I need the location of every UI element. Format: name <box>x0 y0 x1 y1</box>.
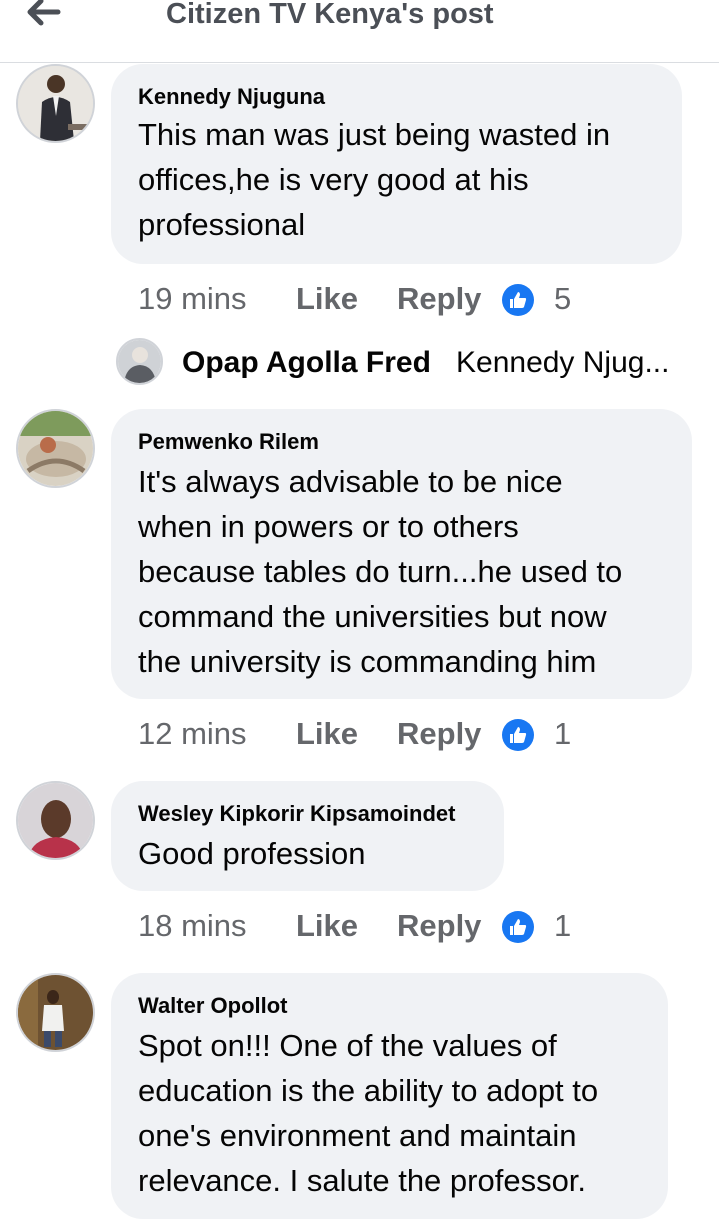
comment-line: when in powers or to others <box>138 509 519 544</box>
comment-time: 19 mins <box>138 281 247 316</box>
back-arrow-icon[interactable] <box>18 0 68 32</box>
like-button[interactable]: Like <box>296 281 358 317</box>
avatar-kennedy-njuguna[interactable] <box>16 64 95 143</box>
avatar-opap-agolla-fred[interactable] <box>116 338 163 385</box>
comment-line: education is the ability to adopt to <box>138 1073 599 1108</box>
comment-time: 12 mins <box>138 716 247 751</box>
comment-bubble: Walter Opollot Spot on!!! One of the val… <box>111 973 668 1219</box>
comment-bubble: Wesley Kipkorir Kipsamoindet Good profes… <box>111 781 504 891</box>
avatar-pemwenko-rilem[interactable] <box>16 409 95 488</box>
comment-line: professional <box>138 207 306 242</box>
comment-text: Good profession <box>138 831 365 876</box>
comment-line: Spot on!!! One of the values of <box>138 1028 557 1063</box>
comment-line: This man was just being wasted in <box>138 117 611 152</box>
comment-line: It's always advisable to be nice <box>138 464 563 499</box>
comment-author[interactable]: Wesley Kipkorir Kipsamoindet <box>138 801 455 827</box>
reply-button[interactable]: Reply <box>397 908 481 944</box>
comment-author[interactable]: Walter Opollot <box>138 993 288 1019</box>
comment-line: one's environment and maintain <box>138 1118 577 1153</box>
comment-actions: 12 mins Like Reply 1 <box>138 716 698 756</box>
comment-bubble: Pemwenko Rilem It's always advisable to … <box>111 409 692 699</box>
comment-line: relevance. I salute the professor. <box>138 1163 587 1198</box>
like-button[interactable]: Like <box>296 908 358 944</box>
comment-line: offices,he is very good at his <box>138 162 529 197</box>
thumbs-up-icon[interactable] <box>502 911 534 943</box>
comment-text: It's always advisable to be nice when in… <box>138 459 622 684</box>
comment-text: This man was just being wasted in office… <box>138 112 610 247</box>
comment-time: 18 mins <box>138 908 247 943</box>
post-header: Citizen TV Kenya's post <box>0 0 719 63</box>
thumbs-up-icon[interactable] <box>502 719 534 751</box>
comment-line: because tables do turn...he used to <box>138 554 623 589</box>
like-button[interactable]: Like <box>296 716 358 752</box>
comment-bubble: Kennedy Njuguna This man was just being … <box>111 64 682 264</box>
avatar-walter-opollot[interactable] <box>16 973 95 1052</box>
avatar-wesley-kipkorir[interactable] <box>16 781 95 860</box>
comment-line: the university is commanding him <box>138 644 597 679</box>
reply-author[interactable]: Opap Agolla Fred <box>182 346 431 380</box>
comment-line: command the universities but now <box>138 599 607 634</box>
comment-line: Good profession <box>138 836 366 871</box>
reply-preview[interactable]: Opap Agolla Fred Kennedy Njug... <box>116 338 706 386</box>
reply-snippet[interactable]: Kennedy Njug... <box>456 346 669 380</box>
comment-author[interactable]: Kennedy Njuguna <box>138 84 325 110</box>
comment-author[interactable]: Pemwenko Rilem <box>138 429 319 455</box>
reply-button[interactable]: Reply <box>397 716 481 752</box>
thumbs-up-icon[interactable] <box>502 284 534 316</box>
reaction-count[interactable]: 1 <box>554 716 571 752</box>
comment-text: Spot on!!! One of the values of educatio… <box>138 1023 598 1203</box>
comment-actions: 18 mins Like Reply 1 <box>138 908 698 948</box>
reaction-count[interactable]: 1 <box>554 908 571 944</box>
reply-button[interactable]: Reply <box>397 281 481 317</box>
comment-actions: 19 mins Like Reply 5 <box>138 281 698 321</box>
page-title: Citizen TV Kenya's post <box>166 0 494 30</box>
reaction-count[interactable]: 5 <box>554 281 571 317</box>
